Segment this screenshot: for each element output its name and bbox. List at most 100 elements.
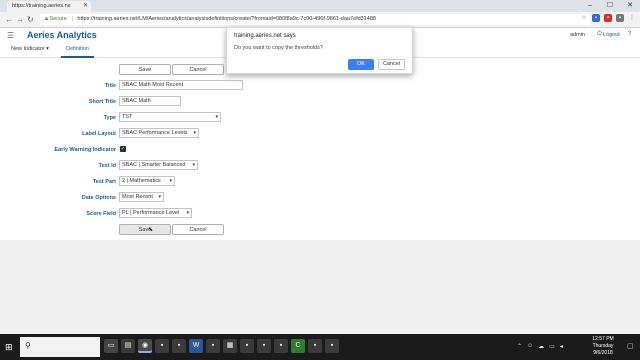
extension-icon[interactable]: ▪ <box>592 14 600 22</box>
username: admin <box>570 32 585 38</box>
early-warning-label: Early Warning Indicator <box>54 147 116 153</box>
save-button-top[interactable]: Save <box>119 64 171 75</box>
date-options-label: Date Options <box>81 195 116 201</box>
dialog-ok-button[interactable]: OK <box>348 59 374 70</box>
score-field-value: PL | Performance Level <box>122 210 180 216</box>
clock-day: Thursday <box>592 343 614 349</box>
window-controls: – ☐ ✕ <box>580 0 640 12</box>
back-icon[interactable]: ← <box>5 13 13 26</box>
chevron-down-icon: ▾ <box>192 162 195 168</box>
taskbar-search[interactable]: ⚲ <box>20 337 100 357</box>
cancel-button-bottom[interactable]: Cancel <box>172 224 224 235</box>
file-explorer-icon[interactable]: ▤ <box>121 339 135 353</box>
short-title-input[interactable]: SBAC Math <box>119 96 181 106</box>
windows-start-icon[interactable]: ⊞ <box>5 342 13 353</box>
app-icon[interactable]: ▪ <box>240 339 254 353</box>
app-icon[interactable]: ▪ <box>206 339 220 353</box>
hamburger-menu-icon[interactable]: ☰ <box>7 31 14 40</box>
new-indicator-label: New Indicator <box>11 46 45 52</box>
maximize-icon[interactable]: ☐ <box>600 0 620 12</box>
app-icon[interactable]: C <box>291 339 305 353</box>
label-layout-select[interactable]: SBAC Performance Levels ▾ <box>119 128 199 138</box>
chevron-down-icon: ▾ <box>46 46 49 52</box>
chevron-up-icon[interactable]: ⌃ <box>517 343 522 350</box>
lock-icon: 🔒︎ <box>45 16 48 22</box>
label-layout-label: Label Layout <box>82 131 116 137</box>
test-id-value: SBAC | Smarter Balanced <box>122 162 186 168</box>
dialog-message: Do you want to copy the thresholds? <box>234 45 323 51</box>
star-icon[interactable]: ☆ <box>580 14 588 22</box>
confirm-dialog: training.aeries.net says Do you want to … <box>226 27 413 74</box>
test-id-label: Test Id <box>98 163 116 169</box>
extension-icon[interactable]: ▪ <box>616 14 624 22</box>
app-icon[interactable]: ▪ <box>308 339 322 353</box>
secure-label: Secure <box>49 16 67 22</box>
extension-icons: ☆ ▪ ▪ ▪ ⋮ <box>580 14 636 22</box>
app-icon[interactable]: ▪ <box>257 339 271 353</box>
task-view-icon[interactable]: ▭ <box>104 339 118 353</box>
logout-link[interactable]: Logout <box>603 32 620 38</box>
word-icon[interactable]: W <box>189 339 203 353</box>
forward-icon[interactable]: → <box>16 13 24 26</box>
close-window-icon[interactable]: ✕ <box>620 0 640 12</box>
title-label: Title <box>104 83 116 89</box>
test-id-select[interactable]: SBAC | Smarter Balanced ▾ <box>119 160 198 170</box>
test-part-value: 2 | Mathematics <box>122 178 161 184</box>
browser-tab-strip: https://training.aeries.ne ✕ – ☐ ✕ <box>0 0 640 12</box>
minimize-icon[interactable]: – <box>580 0 600 12</box>
taskbar-apps: ▭ ▤ ◉ ▪ ▪ W ▪ ▦ ▪ ▪ ▪ C ▪ ▪ <box>104 339 339 353</box>
type-select[interactable]: TST ▾ <box>119 112 221 122</box>
notification-icon[interactable]: ▢ <box>627 342 634 350</box>
title-input[interactable]: SBAC Math Most Recent <box>119 80 243 90</box>
type-label: Type <box>103 115 116 121</box>
chevron-down-icon: ▾ <box>186 210 189 216</box>
help-icon[interactable]: ? <box>628 31 631 37</box>
app-icon[interactable]: ▪ <box>172 339 186 353</box>
taskbar: ⊞ ⚲ ▭ ▤ ◉ ▪ ▪ W ▪ ▦ ▪ ▪ ▪ C ▪ ▪ ⌃ ☺ ☁ ▭ … <box>0 334 640 360</box>
address-bar[interactable]: 🔒︎ Secure | https://training.aeries.net/… <box>40 14 590 25</box>
extension-icon[interactable]: ▪ <box>604 14 612 22</box>
address-separator: | <box>71 16 73 22</box>
search-icon: ⚲ <box>25 341 31 350</box>
calculator-icon[interactable]: ▦ <box>223 339 237 353</box>
chevron-down-icon: ▾ <box>193 130 196 136</box>
taskbar-clock[interactable]: 12:57 PM Thursday 9/6/2018 <box>586 336 620 357</box>
power-icon[interactable]: ⏻ <box>597 31 602 38</box>
score-field-select[interactable]: PL | Performance Level ▾ <box>119 208 192 218</box>
clock-time: 12:57 PM <box>592 336 614 342</box>
system-tray: ⌃ ☺ ☁ ▭ ◂ <box>517 343 563 350</box>
chrome-icon[interactable]: ◉ <box>138 339 152 353</box>
short-title-label: Short Title <box>88 99 116 105</box>
save-button-bottom[interactable]: Save <box>119 224 171 235</box>
tab-definition[interactable]: Definition <box>61 43 94 58</box>
app-icon[interactable]: ▪ <box>325 339 339 353</box>
clock-date: 9/6/2018 <box>593 350 613 356</box>
tab-close-icon[interactable]: ✕ <box>83 1 88 12</box>
network-icon[interactable]: ▭ <box>549 343 555 350</box>
test-part-label: Test Part <box>92 179 116 185</box>
mouse-cursor-icon: ⬉ <box>148 227 154 233</box>
volume-icon[interactable]: ◂ <box>560 343 563 350</box>
early-warning-checkbox[interactable]: ✓ <box>120 146 126 152</box>
cloud-icon[interactable]: ☁ <box>538 343 544 350</box>
reload-icon[interactable]: ↻ <box>27 13 34 26</box>
dialog-title: training.aeries.net says <box>234 33 296 39</box>
chevron-down-icon: ▾ <box>169 178 172 184</box>
chevron-down-icon: ▾ <box>158 194 161 200</box>
app-icon[interactable]: ▪ <box>274 339 288 353</box>
app-icon[interactable]: ▪ <box>155 339 169 353</box>
chevron-down-icon: ▾ <box>215 114 218 120</box>
people-icon[interactable]: ☺ <box>527 343 533 350</box>
browser-toolbar: ← → ↻ 🔒︎ Secure | https://training.aerie… <box>0 12 640 28</box>
type-value: TST <box>122 114 133 120</box>
browser-tab[interactable]: https://training.aeries.ne ✕ <box>7 1 91 12</box>
dialog-cancel-button[interactable]: Cancel <box>378 59 405 70</box>
menu-dots-icon[interactable]: ⋮ <box>628 14 636 22</box>
test-part-select[interactable]: 2 | Mathematics ▾ <box>119 176 175 186</box>
score-field-label: Score Field <box>86 211 116 217</box>
new-indicator-menu[interactable]: New Indicator ▾ <box>11 46 49 52</box>
date-options-select[interactable]: Most Recent ▾ <box>119 192 164 202</box>
app-title[interactable]: Aeries Analytics <box>27 30 97 40</box>
date-options-value: Most Recent <box>122 194 153 200</box>
cancel-button-top[interactable]: Cancel <box>172 64 224 75</box>
